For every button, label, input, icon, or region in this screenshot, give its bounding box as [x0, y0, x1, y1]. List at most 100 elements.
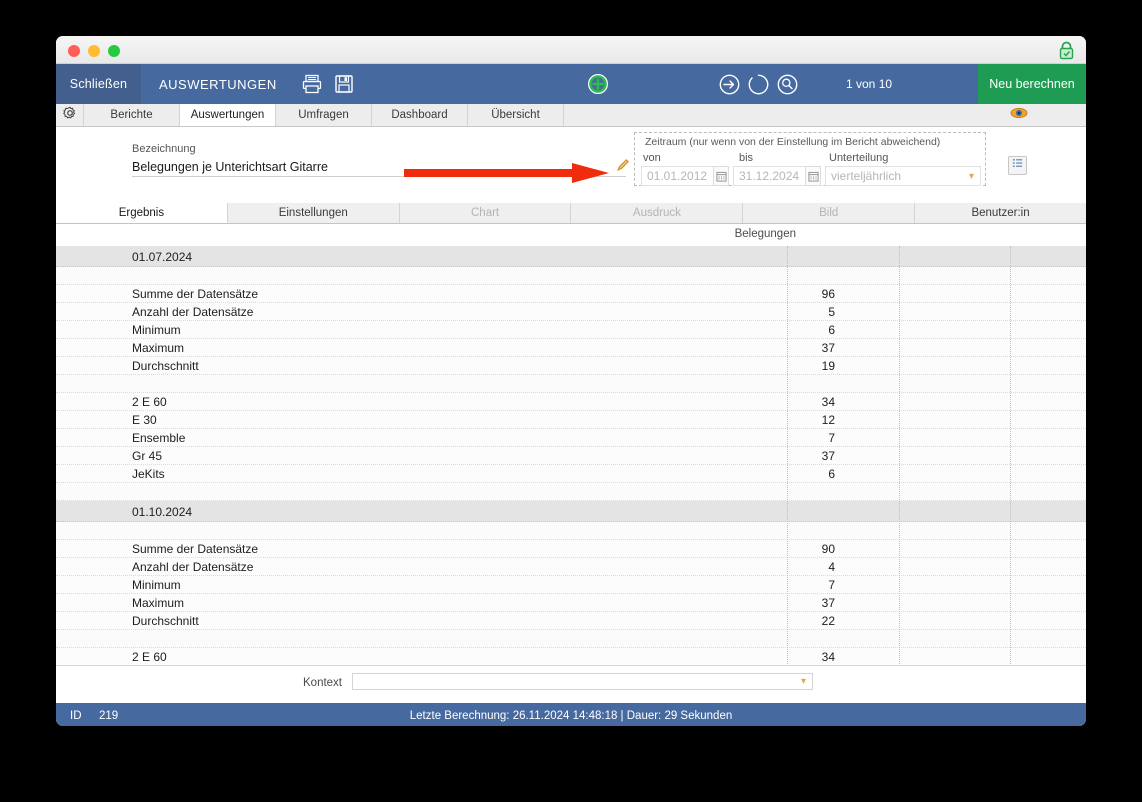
bis-calendar-icon[interactable]: [805, 166, 821, 186]
row-label: Summe der Datensätze: [132, 287, 259, 301]
nav-tab-umfragen[interactable]: Umfragen: [276, 104, 372, 126]
nav-tabstrip: Berichte Auswertungen Umfragen Dashboard…: [56, 104, 1086, 127]
table-row[interactable]: Minimum 7: [56, 576, 1086, 594]
result-subtabs: Ergebnis Einstellungen Chart Ausdruck Bi…: [56, 203, 1086, 224]
nav-tab-uebersicht[interactable]: Übersicht: [468, 104, 564, 126]
kontext-select[interactable]: ▾: [352, 673, 813, 690]
subtab-ergebnis[interactable]: Ergebnis: [56, 203, 228, 223]
nav-tab-berichte[interactable]: Berichte: [84, 104, 180, 126]
bezeichnung-label: Bezeichnung: [132, 143, 196, 155]
grid-group-row[interactable]: 01.10.2024: [56, 501, 1086, 522]
app-window: Schließen AUSWERTUNGEN 1 von 10 Neu bere…: [56, 36, 1086, 726]
table-row[interactable]: Anzahl der Datensätze 5: [56, 303, 1086, 321]
unterteilung-value: vierteljährlich: [831, 169, 902, 183]
row-label: 2 E 60: [132, 395, 167, 409]
floppy-save-icon[interactable]: [333, 73, 355, 95]
table-row[interactable]: Anzahl der Datensätze 4: [56, 558, 1086, 576]
table-row: [56, 522, 1086, 540]
close-button[interactable]: Schließen: [56, 64, 141, 104]
close-window-button[interactable]: [68, 45, 80, 57]
von-calendar-icon[interactable]: [713, 166, 729, 186]
row-label: E 30: [132, 413, 157, 427]
table-row[interactable]: Durchschnitt 22: [56, 612, 1086, 630]
recalculate-button[interactable]: Neu berechnen: [978, 64, 1086, 104]
main-toolbar: Schließen AUSWERTUNGEN 1 von 10 Neu bere…: [56, 64, 1086, 104]
period-panel: Zeitraum (nur wenn von der Einstellung i…: [634, 132, 986, 186]
table-row: [56, 630, 1086, 648]
table-row[interactable]: Ensemble 7: [56, 429, 1086, 447]
plus-circle-icon[interactable]: [587, 73, 609, 95]
refresh-circle-icon[interactable]: [748, 74, 769, 100]
table-row[interactable]: Maximum 37: [56, 594, 1086, 612]
table-row[interactable]: E 30 12: [56, 411, 1086, 429]
window-titlebar: [56, 36, 1086, 64]
row-value: 37: [821, 596, 835, 610]
nav-tab-auswertungen[interactable]: Auswertungen: [180, 104, 276, 126]
table-row[interactable]: Gr 45 37: [56, 447, 1086, 465]
table-row[interactable]: Durchschnitt 19: [56, 357, 1086, 375]
tabstrip-filler: [564, 104, 1086, 126]
subtab-benutzer[interactable]: Benutzer:in: [915, 203, 1086, 223]
list-lines-button[interactable]: [1008, 156, 1027, 175]
row-value: 12: [821, 413, 835, 427]
row-value: 19: [821, 359, 835, 373]
pencil-edit-icon[interactable]: [616, 157, 630, 173]
lock-closed-icon[interactable]: [1058, 41, 1075, 60]
column-header-belegungen: Belegungen: [734, 228, 796, 240]
arrow-right-circle-icon[interactable]: [719, 74, 740, 100]
table-row[interactable]: JeKits 6: [56, 465, 1086, 483]
row-value: 37: [821, 449, 835, 463]
eye-icon[interactable]: [1010, 106, 1028, 124]
table-row: [56, 267, 1086, 285]
unterteilung-label: Unterteilung: [829, 152, 889, 164]
row-label: Gr 45: [132, 449, 163, 463]
row-label: 01.10.2024: [132, 505, 193, 519]
table-row[interactable]: Maximum 37: [56, 339, 1086, 357]
bezeichnung-input[interactable]: [132, 157, 626, 177]
list-lines-icon: [1011, 157, 1024, 175]
row-label: Durchschnitt: [132, 359, 199, 373]
grid-rows: 01.07.2024 Summe der Datensätze 96 Anzahl d…: [56, 246, 1086, 665]
grid-group-row[interactable]: 01.07.2024: [56, 246, 1086, 267]
traffic-lights: [68, 45, 120, 57]
row-value: 7: [828, 578, 835, 592]
bis-label: bis: [739, 152, 754, 164]
row-value: 34: [821, 395, 835, 409]
row-value: 96: [821, 287, 835, 301]
grid-column-header: Belegungen: [56, 224, 1086, 246]
row-label: JeKits: [132, 467, 165, 481]
row-value: 7: [828, 431, 835, 445]
gear-icon: [62, 106, 77, 125]
toolbar-icon-group: [297, 64, 355, 104]
table-row[interactable]: Summe der Datensätze 90: [56, 540, 1086, 558]
nav-tab-dashboard[interactable]: Dashboard: [372, 104, 468, 126]
status-bar: ID 219 Letzte Berechnung: 26.11.2024 14:…: [56, 703, 1086, 726]
row-value: 90: [821, 542, 835, 556]
row-label: Summe der Datensätze: [132, 542, 259, 556]
row-label: Maximum: [132, 596, 185, 610]
row-value: 4: [828, 560, 835, 574]
printer-icon[interactable]: [301, 73, 323, 95]
row-value: 34: [821, 650, 835, 664]
von-label: von: [643, 152, 661, 164]
table-row[interactable]: 2 E 60 34: [56, 393, 1086, 411]
app-title: AUSWERTUNGEN: [159, 76, 277, 92]
period-title: Zeitraum (nur wenn von der Einstellung i…: [645, 136, 941, 148]
table-row[interactable]: Summe der Datensätze 96: [56, 285, 1086, 303]
unterteilung-select[interactable]: vierteljährlich ▾: [825, 166, 981, 186]
kontext-bar: Kontext ▾: [56, 665, 1086, 703]
row-label: Anzahl der Datensätze: [132, 305, 254, 319]
maximize-window-button[interactable]: [108, 45, 120, 57]
status-info-text: Letzte Berechnung: 26.11.2024 14:48:18 |…: [409, 710, 733, 722]
table-row: [56, 483, 1086, 501]
settings-gear-button[interactable]: [56, 104, 84, 126]
magnifier-circle-icon[interactable]: [777, 74, 798, 100]
row-value: 5: [828, 305, 835, 319]
subtab-einstellungen[interactable]: Einstellungen: [227, 203, 400, 223]
minimize-window-button[interactable]: [88, 45, 100, 57]
table-row[interactable]: Minimum 6: [56, 321, 1086, 339]
report-form-area: Bezeichnung Zeitraum (nur wenn von der E…: [56, 127, 1086, 203]
table-row[interactable]: 2 E 60 34: [56, 648, 1086, 665]
row-label: 01.07.2024: [132, 250, 193, 264]
toolbar-action-icons: [719, 74, 798, 100]
